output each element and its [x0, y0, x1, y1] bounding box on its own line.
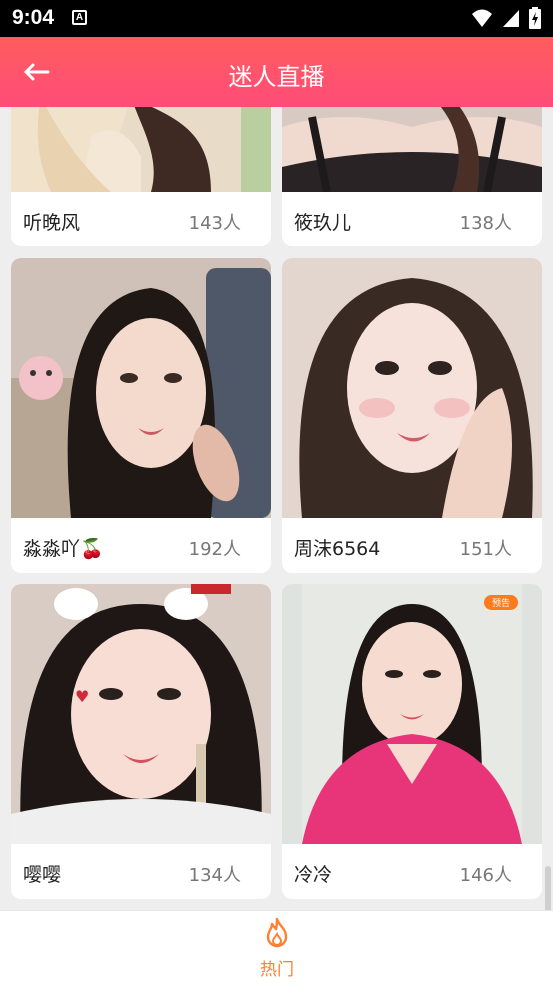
viewer-count: 151人	[459, 539, 512, 560]
nav-tab-hot[interactable]: 热门	[236, 917, 318, 980]
streamer-name: 听晚风	[23, 212, 81, 234]
stream-card[interactable]: 淼淼吖🍒 192人	[11, 258, 271, 573]
preview-badge: 预告	[483, 595, 518, 610]
stream-thumbnail: ♥	[11, 584, 271, 844]
streamer-name: 冷冷	[294, 864, 333, 886]
stream-card[interactable]: 筱玖儿 138人	[282, 107, 542, 246]
viewer-count: 192人	[188, 539, 241, 560]
streamer-name: 周沫6564	[294, 538, 381, 560]
app-header: 迷人直播	[0, 37, 553, 107]
signal-icon	[502, 10, 519, 27]
viewer-count: 134人	[188, 865, 241, 886]
stream-thumbnail	[282, 107, 542, 192]
svg-text:♥: ♥	[75, 687, 89, 706]
stream-thumbnail	[282, 584, 542, 844]
page-title: 迷人直播	[228, 63, 325, 91]
viewer-count: 138人	[459, 213, 512, 234]
bottom-nav: 热门	[0, 910, 553, 983]
stream-thumbnail	[282, 258, 542, 518]
status-bar: 9:04 A	[0, 0, 553, 37]
stream-thumbnail	[11, 107, 271, 192]
streamer-name: 嘤嘤	[23, 864, 62, 886]
stream-card[interactable]: 预告 冷冷 146人	[282, 584, 542, 899]
streamer-name: 筱玖儿	[294, 212, 352, 234]
stream-card[interactable]: 听晚风 143人	[11, 107, 271, 246]
streamer-name: 淼淼吖🍒	[23, 538, 104, 560]
status-time: 9:04	[12, 6, 55, 29]
stream-grid[interactable]: 听晚风 143人 筱玖儿 138人 淼淼吖🍒 192人 周沫6564 151人 …	[0, 107, 553, 910]
viewer-count: 143人	[188, 213, 241, 234]
nav-tab-hot-label: 热门	[260, 960, 294, 980]
battery-icon	[529, 7, 541, 29]
status-icons	[467, 7, 541, 29]
flame-icon	[266, 917, 288, 948]
notification-app-icon: A	[72, 10, 87, 25]
wifi-icon	[471, 9, 492, 27]
viewer-count: 146人	[459, 865, 512, 886]
stream-card[interactable]: ♥ 嘤嘤 134人	[11, 584, 271, 899]
stream-card[interactable]: 周沫6564 151人	[282, 258, 542, 573]
stream-thumbnail	[11, 258, 271, 518]
